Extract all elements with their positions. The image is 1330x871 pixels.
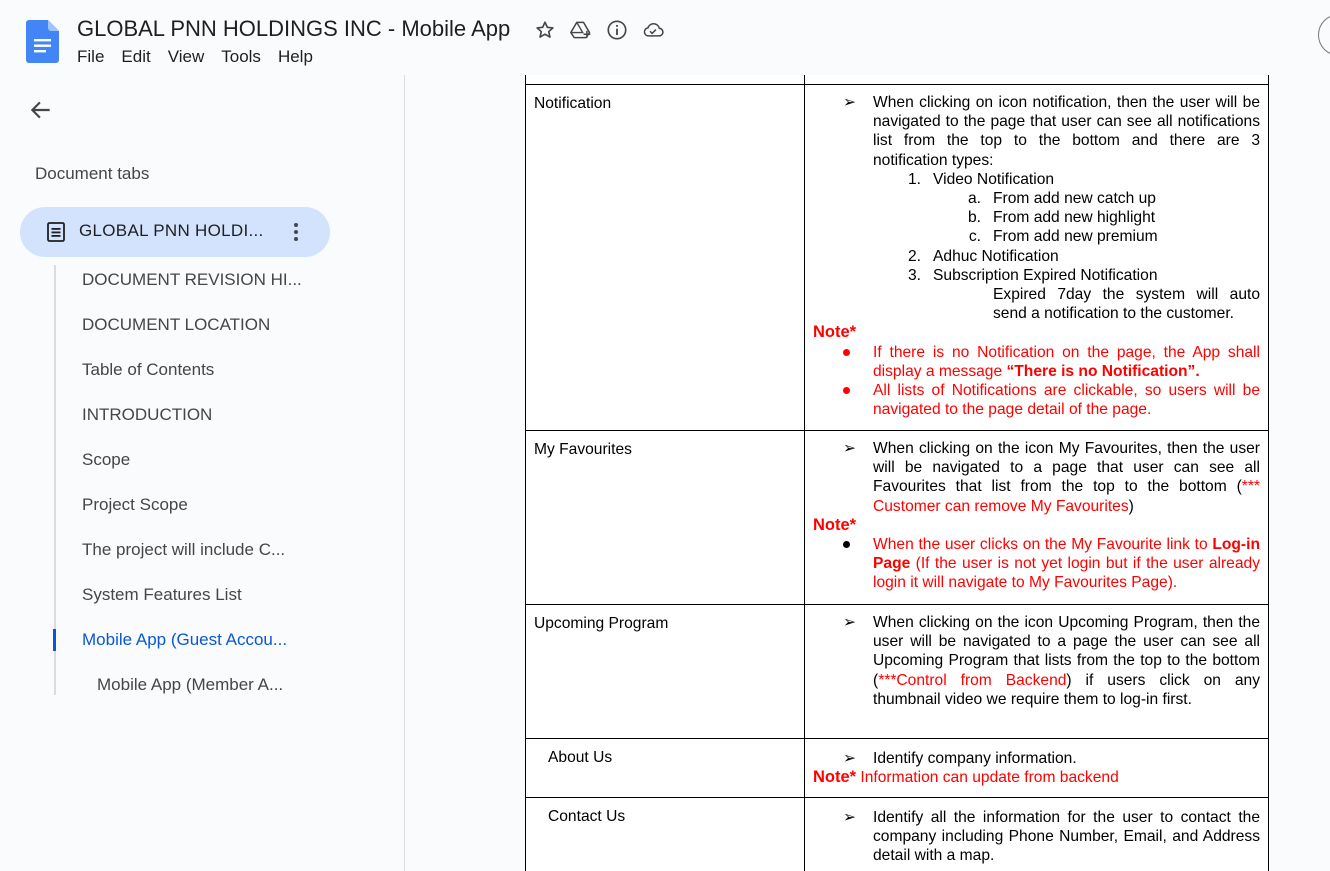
feature-name: Notification — [534, 95, 612, 112]
more-options-icon[interactable] — [290, 220, 302, 244]
cloud-saved-icon[interactable] — [642, 19, 664, 41]
table-row: My Favourites ➢ When clicking on the ico… — [525, 430, 1269, 605]
list-item: b. From add new highlight — [967, 209, 1156, 227]
feature-cell: About Us — [525, 738, 805, 798]
arrow-bullet: ➢ — [843, 809, 857, 826]
outline-item-table-of-contents[interactable]: Table of Contents — [82, 360, 214, 380]
table-row: Contact Us ➢ Identify all the informatio… — [525, 797, 1269, 871]
document-canvas[interactable]: Notification ➢ When clicking on icon not… — [405, 75, 1330, 871]
table-row: Notification ➢ When clicking on icon not… — [525, 84, 1269, 431]
menu-help[interactable]: Help — [278, 47, 313, 67]
bullet-dot-icon — [843, 387, 850, 395]
back-arrow-icon[interactable] — [28, 97, 54, 123]
table-row: About Us ➢ Identify company information.… — [525, 738, 1269, 798]
feature-name: Upcoming Program — [534, 615, 669, 632]
arrow-bullet: ➢ — [843, 750, 857, 767]
move-to-drive-icon[interactable] — [570, 19, 592, 41]
menu-edit[interactable]: Edit — [121, 47, 150, 67]
menu-bar: File Edit View Tools Help — [77, 47, 330, 67]
outline-item-document-location[interactable]: DOCUMENT LOCATION — [82, 315, 270, 335]
list-item: All lists of Notifications are clickable… — [813, 381, 1260, 419]
list-item: c. From add new premium — [968, 228, 1158, 246]
outline-item-mobile-app-member[interactable]: Mobile App (Member A... — [97, 675, 283, 695]
list-item: ➢ Identify all the information for the u… — [813, 808, 1260, 866]
info-icon[interactable] — [606, 19, 628, 41]
tab-global-pnn-holdings[interactable]: GLOBAL PNN HOLDI... — [20, 207, 330, 257]
list-item: When the user clicks on the My Favourite… — [813, 535, 1260, 593]
feature-name: Contact Us — [548, 808, 626, 825]
outline-item-scope[interactable]: Scope — [82, 450, 130, 470]
outline-item-project-scope[interactable]: Project Scope — [82, 495, 188, 515]
list-item: ➢ When clicking on the icon Upcoming Pro… — [813, 613, 1260, 709]
bullet-dot-icon — [843, 541, 850, 549]
list-item: 1. Video Notification — [907, 170, 1055, 188]
description-cell: ➢ When clicking on the icon Upcoming Pro… — [804, 604, 1269, 739]
table-row: Upcoming Program ➢ When clicking on the … — [525, 604, 1269, 739]
document-title[interactable]: GLOBAL PNN HOLDINGS INC - Mobile App — [77, 16, 510, 42]
outline-active-marker — [53, 629, 56, 651]
feature-name: About Us — [548, 749, 613, 766]
document-tabs-heading: Document tabs — [35, 164, 150, 183]
document-tabs-sidebar: Document tabs GLOBAL PNN HOLDI... DOCUME… — [0, 75, 405, 871]
outline-item-mobile-app-guest[interactable]: Mobile App (Guest Accou... — [82, 630, 287, 650]
bullet-dot-icon — [843, 349, 850, 357]
feature-name: My Favourites — [534, 441, 632, 458]
note-label: Note* — [813, 323, 857, 342]
menu-view[interactable]: View — [168, 47, 205, 67]
description-cell: ➢ When clicking on the icon My Favourite… — [804, 430, 1269, 605]
outline-item-project-include[interactable]: The project will include C... — [82, 540, 285, 560]
feature-cell: Notification — [525, 84, 805, 431]
list-item: ➢ When clicking on the icon My Favourite… — [813, 439, 1260, 516]
list-item: 2. Adhuc Notification — [907, 247, 1059, 265]
arrow-bullet: ➢ — [843, 440, 857, 457]
feature-cell: Upcoming Program — [525, 604, 805, 739]
arrow-bullet: ➢ — [843, 94, 857, 111]
list-item: ➢ When clicking on icon notification, th… — [813, 93, 1260, 170]
arrow-bullet: ➢ — [843, 614, 857, 631]
title-actions — [534, 19, 664, 41]
list-item: a. From add new catch up — [967, 190, 1156, 208]
list-item: If there is no Notification on the page,… — [813, 343, 1260, 381]
star-icon[interactable] — [534, 19, 556, 41]
description-cell: ➢ When clicking on icon notification, th… — [804, 84, 1269, 431]
outline-item-system-features[interactable]: System Features List — [82, 585, 242, 605]
list-item: 3. Subscription Expired Notification — [907, 266, 1158, 284]
description-cell: ➢ Identify company information. Note* In… — [804, 738, 1269, 798]
avatar[interactable] — [1318, 14, 1330, 56]
document-page[interactable]: Notification ➢ When clicking on icon not… — [525, 75, 1270, 871]
top-bar: GLOBAL PNN HOLDINGS INC - Mobile App Fil… — [0, 0, 1330, 75]
features-table: Notification ➢ When clicking on icon not… — [525, 75, 1269, 871]
menu-file[interactable]: File — [77, 47, 104, 67]
feature-cell: Contact Us — [525, 797, 805, 871]
tab-label: GLOBAL PNN HOLDI... — [79, 221, 264, 240]
menu-tools[interactable]: Tools — [221, 47, 261, 67]
document-tab-icon — [47, 222, 65, 242]
outline-item-revision-history[interactable]: DOCUMENT REVISION HI... — [82, 270, 302, 290]
note-label: Note* Information can update from backen… — [813, 768, 1119, 787]
expired-text: Expired 7day the system will auto send a… — [993, 286, 1260, 323]
list-item: ➢ Identify company information. — [813, 749, 1260, 768]
note-label: Note* — [813, 515, 857, 534]
description-cell: ➢ Identify all the information for the u… — [804, 797, 1269, 871]
outline-item-introduction[interactable]: INTRODUCTION — [82, 405, 212, 425]
docs-logo-icon[interactable] — [26, 20, 59, 63]
feature-cell: My Favourites — [525, 430, 805, 605]
table-row — [525, 75, 1269, 85]
